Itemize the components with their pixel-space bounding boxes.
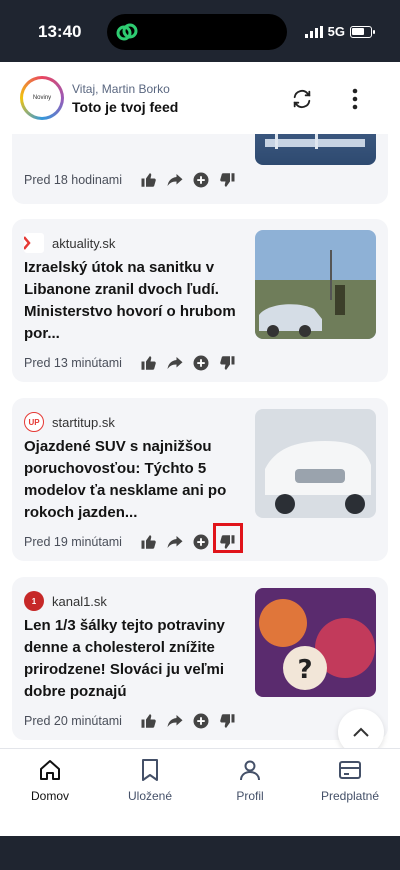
- network-type: 5G: [327, 24, 345, 39]
- article-thumbnail: [255, 230, 376, 339]
- vertical-dots-icon: [352, 88, 358, 110]
- status-bar: 13:40 5G: [0, 0, 400, 62]
- news-card[interactable]: 1 kanal1.sk Len 1/3 šálky tejto potravin…: [12, 577, 388, 740]
- nav-profile[interactable]: Profil: [200, 749, 300, 809]
- card-icon: [339, 761, 361, 779]
- article-headline[interactable]: Izraelský útok na sanitku v Libanone zra…: [24, 257, 250, 345]
- plus-circle-icon: [193, 355, 209, 371]
- dislike-button[interactable]: [218, 354, 236, 372]
- like-button[interactable]: [140, 533, 158, 551]
- share-button[interactable]: [166, 354, 184, 372]
- share-button[interactable]: [166, 171, 184, 189]
- person-icon: [240, 760, 260, 781]
- news-card[interactable]: aktuality.sk Izraelský útok na sanitku v…: [12, 219, 388, 382]
- article-thumbnail: [255, 409, 376, 518]
- like-button[interactable]: [140, 354, 158, 372]
- add-button[interactable]: [192, 171, 210, 189]
- thumbs-up-icon: [141, 356, 156, 370]
- nav-home-label: Domov: [30, 789, 69, 803]
- svg-text:?: ?: [297, 655, 312, 685]
- logo-text: Noviny: [23, 79, 61, 117]
- more-options-button[interactable]: [342, 86, 368, 112]
- thumbs-up-icon: [141, 535, 156, 549]
- news-card[interactable]: UP startitup.sk Ojazdené SUV s najnižšou…: [12, 398, 388, 561]
- refresh-icon: [293, 90, 311, 108]
- plus-circle-icon: [193, 172, 209, 188]
- aktuality-logo-icon: [24, 236, 31, 250]
- highlight-box: [213, 523, 243, 553]
- page-title: Toto je tvoj feed: [72, 99, 179, 115]
- source-logo: [24, 233, 44, 253]
- battery-icon: [350, 25, 375, 38]
- news-feed[interactable]: Pred 18 hodinami aktuality.sk Izraelský …: [0, 134, 400, 748]
- share-button[interactable]: [166, 712, 184, 730]
- greeting: Vitaj, Martin Borko: [72, 82, 170, 96]
- share-arrow-icon: [167, 357, 183, 369]
- thumbs-up-icon: [141, 714, 156, 728]
- app-logo[interactable]: Noviny: [20, 76, 64, 120]
- article-time: Pred 18 hodinami: [24, 173, 122, 187]
- link-icon: [116, 23, 138, 41]
- dislike-button[interactable]: [218, 171, 236, 189]
- add-button[interactable]: [192, 533, 210, 551]
- source-logo: UP: [24, 412, 44, 432]
- source-name: startitup.sk: [52, 414, 115, 430]
- nav-profile-label: Profil: [236, 789, 264, 803]
- nav-saved-label: Uložené: [127, 789, 173, 803]
- article-headline[interactable]: Len 1/3 šálky tejto potraviny denne a ch…: [24, 615, 250, 703]
- dislike-button[interactable]: [218, 712, 236, 730]
- plus-circle-icon: [193, 713, 209, 729]
- share-button[interactable]: [166, 533, 184, 551]
- nav-subscription[interactable]: Predplatné: [300, 749, 400, 809]
- article-time: Pred 13 minútami: [24, 356, 122, 370]
- app-header: Noviny Vitaj, Martin Borko Toto je tvoj …: [0, 62, 400, 134]
- bottom-navigation: Domov Uložené Profil Predplatné: [0, 748, 400, 836]
- home-icon: [40, 760, 60, 780]
- home-indicator-area: [0, 836, 400, 870]
- nav-home[interactable]: Domov: [0, 749, 100, 809]
- nav-saved[interactable]: Uložené: [100, 749, 200, 809]
- source-logo: 1: [24, 591, 44, 611]
- plus-circle-icon: [193, 534, 209, 550]
- thumbs-down-icon: [220, 356, 235, 370]
- like-button[interactable]: [140, 712, 158, 730]
- share-arrow-icon: [167, 715, 183, 727]
- news-card[interactable]: Pred 18 hodinami: [12, 134, 388, 204]
- app-screen: Noviny Vitaj, Martin Borko Toto je tvoj …: [0, 62, 400, 836]
- status-time: 13:40: [38, 22, 82, 41]
- article-time: Pred 19 minútami: [24, 535, 122, 549]
- add-button[interactable]: [192, 712, 210, 730]
- article-thumbnail: ?: [255, 588, 376, 697]
- source-name: kanal1.sk: [52, 593, 107, 609]
- article-time: Pred 20 minútami: [24, 714, 122, 728]
- status-indicators: 5G: [304, 24, 375, 39]
- dynamic-island: [107, 14, 287, 50]
- bookmark-icon: [142, 759, 158, 781]
- article-headline[interactable]: Ojazdené SUV s najnižšou poruchovosťou: …: [24, 436, 250, 524]
- add-button[interactable]: [192, 354, 210, 372]
- thumbs-down-icon: [220, 714, 235, 728]
- nav-subscription-label: Predplatné: [320, 789, 380, 803]
- share-arrow-icon: [167, 174, 183, 186]
- like-button[interactable]: [140, 171, 158, 189]
- article-thumbnail: [255, 134, 376, 165]
- refresh-button[interactable]: [289, 86, 315, 112]
- source-name: aktuality.sk: [52, 235, 116, 251]
- chevron-up-icon: [353, 727, 369, 737]
- thumbs-up-icon: [141, 173, 156, 187]
- share-arrow-icon: [167, 536, 183, 548]
- signal-icon: [304, 25, 323, 38]
- thumbs-down-icon: [220, 173, 235, 187]
